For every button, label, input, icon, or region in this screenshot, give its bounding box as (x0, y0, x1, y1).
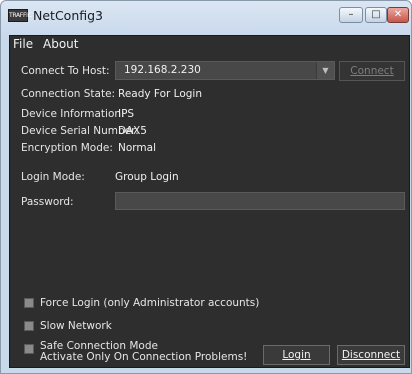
chevron-down-icon[interactable]: ▼ (316, 62, 334, 79)
host-value[interactable]: 192.168.2.230 (124, 64, 201, 76)
device-info-label: Device Information: (21, 108, 125, 120)
force-login-checkbox[interactable] (24, 298, 34, 308)
title-bar[interactable]: TRAFFIC NetConfig3 – □ ✕ (1, 1, 411, 35)
disconnect-button[interactable]: Disconnect (337, 345, 405, 365)
device-info-value: IPS (118, 108, 135, 120)
window-title: NetConfig3 (33, 8, 104, 23)
close-button[interactable]: ✕ (387, 7, 409, 23)
login-mode-value: Group Login (115, 171, 179, 183)
force-login-label[interactable]: Force Login (only Administrator accounts… (40, 297, 259, 309)
login-button[interactable]: Login (263, 345, 330, 365)
menu-about[interactable]: About (43, 37, 78, 51)
menu-bar: File About (10, 36, 409, 54)
connect-button[interactable]: Connect (339, 61, 405, 81)
connect-host-label: Connect To Host: (21, 65, 110, 77)
host-combobox[interactable]: 192.168.2.230 ▼ (115, 61, 335, 80)
app-logo-icon: TRAFFIC (8, 9, 32, 22)
safe-mode-hint: Activate Only On Connection Problems! (40, 351, 248, 363)
login-mode-label: Login Mode: (21, 171, 85, 183)
main-panel: File About Connect To Host: 192.168.2.23… (9, 35, 410, 368)
minimize-button[interactable]: – (339, 7, 363, 23)
slow-network-label[interactable]: Slow Network (40, 320, 112, 332)
maximize-button[interactable]: □ (365, 7, 387, 23)
encryption-mode-value: Normal (118, 142, 156, 154)
netconfig-window: TRAFFIC NetConfig3 – □ ✕ File About Conn… (0, 0, 412, 374)
safe-mode-checkbox[interactable] (24, 344, 34, 354)
encryption-mode-label: Encryption Mode: (21, 142, 113, 154)
connection-state-label: Connection State: (21, 88, 116, 100)
password-label: Password: (21, 196, 74, 208)
password-input[interactable] (115, 192, 405, 210)
menu-file[interactable]: File (13, 37, 33, 51)
slow-network-checkbox[interactable] (24, 321, 34, 331)
connection-state-value: Ready For Login (118, 88, 203, 100)
serial-number-value: DAX5 (118, 125, 147, 137)
